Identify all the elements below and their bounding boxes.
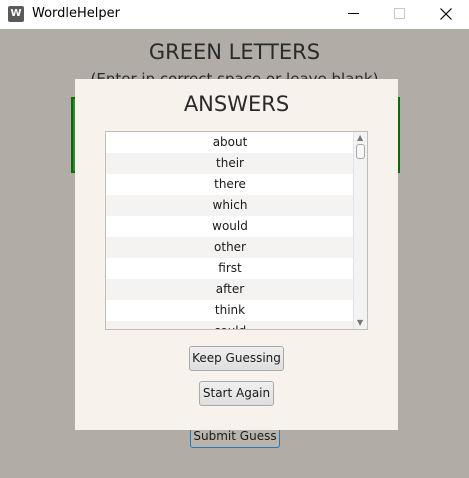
list-item[interactable]: first xyxy=(106,258,354,279)
close-button[interactable] xyxy=(423,0,469,29)
chevron-up-icon[interactable]: ▲ xyxy=(357,134,363,142)
list-item[interactable]: other xyxy=(106,237,354,258)
list-item[interactable]: would xyxy=(106,216,354,237)
list-item[interactable]: could xyxy=(106,321,354,329)
scrollbar-thumb[interactable] xyxy=(356,144,365,159)
answers-dialog: ANSWERS about their there which would ot… xyxy=(75,79,398,430)
app-icon: W xyxy=(8,6,24,22)
list-item[interactable]: which xyxy=(106,195,354,216)
list-item[interactable]: after xyxy=(106,279,354,300)
answers-list[interactable]: about their there which would other firs… xyxy=(105,131,368,330)
close-icon xyxy=(440,8,452,20)
maximize-button[interactable] xyxy=(376,0,422,29)
answers-title: ANSWERS xyxy=(183,92,290,116)
chevron-down-icon[interactable]: ▼ xyxy=(357,319,363,327)
start-again-button[interactable]: Start Again xyxy=(199,381,274,406)
list-item[interactable]: about xyxy=(106,132,354,153)
green-letters-heading: GREEN LETTERS xyxy=(148,40,321,64)
minimize-icon xyxy=(348,13,359,14)
minimize-button[interactable] xyxy=(330,0,376,29)
list-item[interactable]: think xyxy=(106,300,354,321)
list-item[interactable]: there xyxy=(106,174,354,195)
keep-guessing-button[interactable]: Keep Guessing xyxy=(189,346,284,371)
list-scrollbar[interactable]: ▲ ▼ xyxy=(353,132,367,329)
title-bar: W WordleHelper xyxy=(0,0,469,29)
maximize-icon xyxy=(394,8,405,19)
list-item[interactable]: their xyxy=(106,153,354,174)
window-title: WordleHelper xyxy=(32,6,121,21)
